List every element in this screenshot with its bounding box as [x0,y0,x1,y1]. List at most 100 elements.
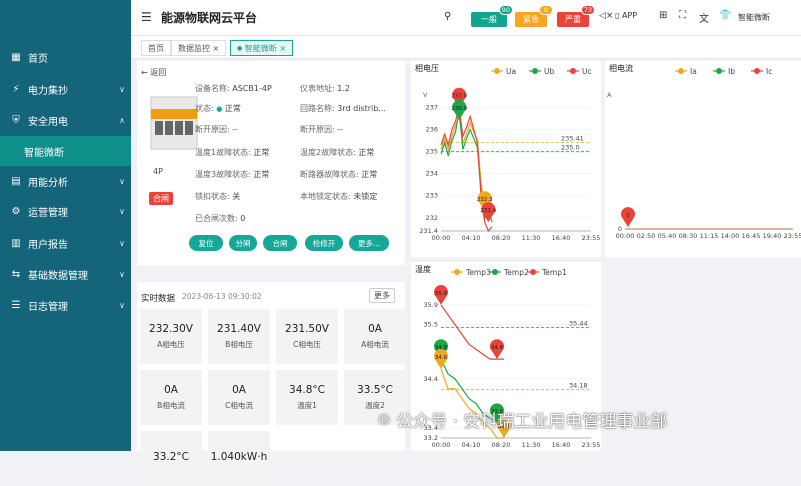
tab-data-monitor-label: 数据监控 [178,43,210,53]
data-marker-label: 236.9 [451,106,467,112]
realtime-tile: 33.2°C [140,431,202,486]
tile-label: B相电流 [157,401,185,410]
device-action-button[interactable]: 分闸 [229,235,257,251]
sidebar-icon: ⇆ [11,268,21,280]
average-label: 34.18 [569,382,588,390]
app-download-button[interactable]: ▯ APP [615,11,637,20]
chevron-icon: ∨ [119,176,125,186]
legend-label: Ic [766,67,772,76]
device-action-button[interactable]: 合闸 [263,235,297,251]
tab-smart-breaker-label: 智能微断 [244,43,277,53]
sidebar-item-3[interactable]: 智能微断 [0,136,131,166]
y-tick-label: 35.5 [424,321,438,329]
back-link[interactable]: ← 返回 [141,67,166,78]
phase-current-chart: 相电流 A Ia Ib Ic 00:00 02:50 05:40 08:30 11:15 14:00… [607,63,801,240]
field-value: 3rd distrib... [337,104,386,113]
realtime-tile: 231.40V B相电压 [208,309,270,364]
x-tick-label: 23:55 [784,232,801,240]
tab-home-label: 首页 [148,43,164,53]
x-tick-label: 16:40 [552,234,571,242]
mute-icon[interactable]: ◁× [599,11,613,21]
tab-data-monitor[interactable]: 数据监控 × [171,40,227,56]
menu-collapse-icon[interactable]: ☰ [141,10,152,24]
tile-label: A相电流 [361,340,389,349]
sidebar-item-0[interactable]: ▦ 首页 [0,42,131,72]
x-tick-label: 04:10 [462,234,481,242]
alarm-severe-button[interactable]: 严重 73 [557,5,595,27]
device-action-button[interactable]: 复位 [189,235,223,251]
field-key: 状态: [195,104,214,113]
chevron-icon: ∨ [119,300,125,310]
alarm-general-button[interactable]: 一般 90 [471,5,513,27]
phase-current-card: 相电流 A Ia Ib Ic 00:00 02:50 05:40 08:30 11:15 14:00… [605,61,801,257]
alarm-urgent-count: 0 [539,5,553,15]
device-info-card: ← 返回 4P 合闸 设备名称: ASCB1-4P 仪表地址: 1.2 状态: ● … [137,61,405,265]
device-field: 回路名称: 3rd distrib... [300,103,386,114]
tabs-bar: 首页 数据监控 × ● 智能微断 × [131,36,801,59]
device-action-button[interactable]: 更多... [349,235,389,251]
average-label: 35.44 [569,320,588,328]
realtime-data-card: 实时数据 2023-06-13 09:30:02 更多 232.30V A相电压 2… [137,282,406,486]
chevron-icon: ∨ [119,206,125,216]
x-tick-label: 02:50 [637,232,656,240]
sidebar-icon: ☰ [11,299,21,311]
field-value: 0 [240,214,246,223]
legend-label: Ia [690,67,697,76]
sidebar-item-7[interactable]: ⇆ 基础数据管理 ∨ [0,259,131,289]
more-button[interactable]: 更多 [369,288,395,303]
chevron-icon: ∨ [119,238,125,248]
y-axis-unit: V [423,91,428,99]
x-tick-label: 16:40 [552,441,571,449]
chart-title: 温度 [415,264,431,274]
x-tick-label: 23:55 [582,441,601,449]
sidebar-item-1[interactable]: ⚡ 电力集抄 ∨ [0,74,131,104]
tile-value: 1.040kW·h [210,450,268,463]
sidebar-item-8[interactable]: ☰ 日志管理 ∨ [0,290,131,320]
tab-home[interactable]: 首页 [141,40,171,56]
close-icon[interactable]: × [213,44,220,53]
field-value: 正常 [224,104,241,113]
data-marker-label: 0 [626,213,630,219]
language-icon[interactable]: 文 [699,10,709,25]
x-tick-label: 08:30 [679,232,698,240]
skin-icon[interactable]: 👕 [719,10,731,21]
alarm-general-label: 一般 [481,15,497,24]
field-key: 断开原因: [300,125,335,134]
qrcode-icon[interactable]: ⊞ [659,10,667,21]
field-key: 温度2故障状态: [300,148,356,157]
x-tick-label: 00:00 [432,234,451,242]
data-marker-label: 34.6 [435,355,448,361]
status-dot-icon: ● [216,105,223,113]
x-tick-label: 11:30 [522,441,541,449]
sidebar-item-4[interactable]: ▤ 用能分析 ∨ [0,166,131,196]
sidebar-item-6[interactable]: ▥ 用户报告 ∨ [0,228,131,258]
data-marker-label: 34.8 [491,345,504,351]
chart-title: 相电流 [609,63,633,73]
sidebar-item-5[interactable]: ⚙ 运营管理 ∨ [0,196,131,226]
fullscreen-icon[interactable]: ⛶ [679,10,686,21]
x-tick-label: 16:45 [742,232,761,240]
top-bar: ☰ 能源物联网云平台 ⚲ 一般 90 紧急 0 严重 73 ◁× ▯ APP ⊞… [131,0,801,36]
alarm-urgent-button[interactable]: 紧急 0 [515,5,553,27]
field-value: 正常 [253,170,270,179]
legend-label: Temp3 [465,268,491,277]
field-value: -- [337,125,344,134]
tile-value: 33.2°C [153,450,189,463]
tab-smart-breaker[interactable]: ● 智能微断 × [230,40,294,56]
device-action-button[interactable]: 检修开 [305,235,343,251]
sidebar-icon: ⚡ [12,83,20,95]
x-tick-label: 14:00 [721,232,740,240]
sidebar-item-label: 日志管理 [28,301,68,313]
user-name[interactable]: 智能微断 [738,12,770,23]
sidebar-item-2[interactable]: ⛨ 安全用电 ∧ [0,105,131,135]
y-tick-label: 232 [426,214,438,222]
x-tick-label: 23:55 [582,234,601,242]
field-key: 温度3故障状态: [195,170,251,179]
x-tick-label: 08:20 [492,234,511,242]
average-label: 235.0 [561,144,580,152]
search-icon[interactable]: ⚲ [444,11,451,22]
legend-marker [530,269,536,275]
tile-value: 231.50V [285,323,329,335]
field-key: 断路器故障状态: [300,170,359,179]
close-icon[interactable]: × [279,44,286,53]
